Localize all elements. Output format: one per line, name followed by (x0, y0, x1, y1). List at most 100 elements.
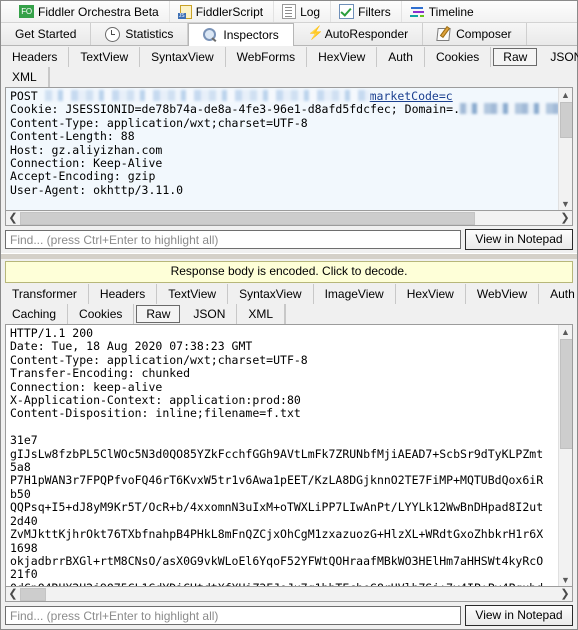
scroll-right-icon[interactable]: ❯ (558, 588, 572, 601)
main-tab-strip: Get Started Statistics Inspectors AutoRe… (1, 23, 577, 46)
request-horizontal-scrollbar[interactable]: ❮ ❯ (5, 211, 573, 226)
scroll-right-icon[interactable]: ❯ (558, 212, 572, 225)
scroll-down-icon[interactable]: ▼ (559, 197, 572, 210)
request-tab-cookies[interactable]: Cookies (425, 47, 492, 67)
response-tab-transformer[interactable]: Transformer (1, 284, 89, 304)
request-tab-raw[interactable]: Raw (493, 48, 538, 66)
request-hscroll-thumb[interactable] (20, 211, 475, 225)
response-tab-row-2: Caching Cookies Raw JSON XML (1, 304, 577, 324)
topbar-item-filters[interactable]: Filters (331, 1, 402, 22)
response-tab-headers[interactable]: Headers (89, 284, 158, 304)
scroll-left-icon[interactable]: ❮ (6, 588, 20, 601)
response-chunk-size: b50 (10, 486, 31, 501)
response-tab-cookies[interactable]: Cookies (68, 304, 135, 324)
request-line-user-agent: User-Agent: okhttp/3.11.0 (10, 182, 184, 197)
redacted-cookie-domain-blur (460, 103, 559, 115)
response-tab-json[interactable]: JSON (182, 304, 238, 324)
request-raw-pane[interactable]: POST marketCode=c Cookie: JSESSIONID=de7… (5, 87, 573, 211)
request-tab-auth[interactable]: Auth (377, 47, 425, 67)
tab-label: Composer (456, 27, 512, 41)
tab-label: JSON (193, 307, 226, 321)
tab-label: Get Started (15, 27, 77, 41)
request-find-input[interactable]: Find... (press Ctrl+Enter to highlight a… (5, 230, 461, 249)
tab-label: SyntaxView (239, 287, 302, 301)
tab-label: HexView (318, 50, 366, 64)
tab-label: Cookies (79, 307, 123, 321)
scroll-down-icon[interactable]: ▼ (559, 573, 572, 586)
pane-splitter[interactable] (1, 253, 577, 259)
tab-get-started[interactable]: Get Started (1, 23, 92, 45)
scroll-up-icon[interactable]: ▲ (559, 88, 572, 101)
tab-composer[interactable]: Composer (423, 23, 527, 45)
response-chunk-size: 21f0 (10, 567, 38, 582)
response-line-connection: Connection: keep-alive (10, 379, 163, 394)
response-line-content-disposition: Content-Disposition: inline;filename=f.t… (10, 406, 301, 421)
tab-inspectors[interactable]: Inspectors (188, 23, 294, 46)
response-tab-hexview[interactable]: HexView (396, 284, 466, 304)
request-tab-json[interactable]: JSON (539, 47, 578, 67)
scroll-left-icon[interactable]: ❮ (6, 212, 20, 225)
response-tab-webview[interactable]: WebView (466, 284, 540, 304)
response-scroll-thumb[interactable] (560, 339, 572, 449)
response-tab-raw[interactable]: Raw (136, 305, 181, 323)
scroll-up-icon[interactable]: ▲ (559, 325, 572, 338)
tab-label: XML (12, 70, 37, 84)
topbar-item-timeline[interactable]: Timeline (402, 1, 484, 22)
request-tab-syntaxview[interactable]: SyntaxView (140, 47, 226, 67)
tab-label: Auth (388, 50, 413, 64)
response-line-app-context: X-Application-Context: application:prod:… (10, 393, 301, 408)
tab-label: AutoResponder (324, 27, 409, 41)
request-raw-text[interactable]: POST marketCode=c Cookie: JSESSIONID=de7… (6, 88, 559, 210)
fiddler-orchestra-icon: FO (19, 5, 34, 18)
tab-label: WebView (476, 287, 528, 301)
response-chunk-data: 0dCpO4RUX2U2j9O75CL1GdYDiCHtdtXfXHiZ3FJo… (10, 581, 543, 586)
response-hscroll-track[interactable] (20, 587, 558, 601)
request-vertical-scrollbar[interactable]: ▲ ▼ (558, 88, 572, 210)
response-tab-auth[interactable]: Auth (539, 284, 578, 304)
response-raw-pane[interactable]: HTTP/1.1 200 Date: Tue, 18 Aug 2020 07:3… (5, 324, 573, 587)
request-tab-webforms[interactable]: WebForms (226, 47, 308, 67)
tab-statistics[interactable]: Statistics (91, 23, 189, 45)
request-tab-headers[interactable]: Headers (1, 47, 70, 67)
request-hscroll-track[interactable] (20, 211, 558, 225)
request-line-post: POST marketCode=c (10, 89, 453, 103)
topbar-item-fiddler-orchestra[interactable]: FO Fiddler Orchestra Beta (1, 1, 170, 22)
topbar-item-fiddlerscript[interactable]: JS FiddlerScript (170, 1, 275, 22)
response-find-input[interactable]: Find... (press Ctrl+Enter to highlight a… (5, 606, 461, 625)
decode-banner[interactable]: Response body is encoded. Click to decod… (5, 261, 573, 283)
fiddlerscript-icon: JS (177, 4, 192, 19)
response-tab-imageview[interactable]: ImageView (314, 284, 396, 304)
response-tab-row2-endcap (285, 304, 287, 324)
response-tab-textview[interactable]: TextView (157, 284, 229, 304)
response-horizontal-scrollbar[interactable]: ❮ ❯ (5, 587, 573, 602)
response-raw-text[interactable]: HTTP/1.1 200 Date: Tue, 18 Aug 2020 07:3… (6, 325, 559, 586)
tab-autoresponder[interactable]: AutoResponder (294, 23, 424, 45)
response-tab-syntaxview[interactable]: SyntaxView (228, 284, 314, 304)
request-line-connection: Connection: Keep-Alive (10, 156, 163, 171)
response-line-transfer-encoding: Transfer-Encoding: chunked (10, 366, 191, 381)
response-line-content-type: Content-Type: application/wxt;charset=UT… (10, 352, 308, 367)
response-vertical-scrollbar[interactable]: ▲ ▼ (558, 325, 572, 586)
response-hscroll-thumb[interactable] (20, 587, 46, 601)
tab-label: Raw (146, 307, 171, 321)
tab-label: WebForms (236, 50, 296, 64)
redacted-url-blur (44, 90, 370, 101)
response-view-in-notepad-button[interactable]: View in Notepad (465, 605, 573, 626)
response-tab-xml[interactable]: XML (237, 304, 286, 324)
tab-label: Statistics (125, 27, 174, 41)
response-tab-caching[interactable]: Caching (1, 304, 69, 324)
request-tab-hexview[interactable]: HexView (307, 47, 378, 67)
tab-label: SyntaxView (151, 50, 214, 64)
tab-label: Raw (503, 50, 528, 64)
topbar-item-label: Timeline (428, 4, 474, 19)
response-chunk-size: 2d40 (10, 513, 38, 528)
topbar-item-label: Filters (358, 4, 391, 19)
request-scroll-thumb[interactable] (560, 102, 572, 138)
topbar-item-label: Fiddler Orchestra Beta (38, 4, 159, 19)
request-tab-textview[interactable]: TextView (69, 47, 141, 67)
request-view-in-notepad-button[interactable]: View in Notepad (465, 229, 573, 250)
magnifier-icon (203, 27, 218, 42)
request-tab-xml[interactable]: XML (1, 67, 49, 87)
topbar-item-log[interactable]: Log (274, 1, 332, 22)
request-find-row: Find... (press Ctrl+Enter to highlight a… (1, 226, 577, 253)
